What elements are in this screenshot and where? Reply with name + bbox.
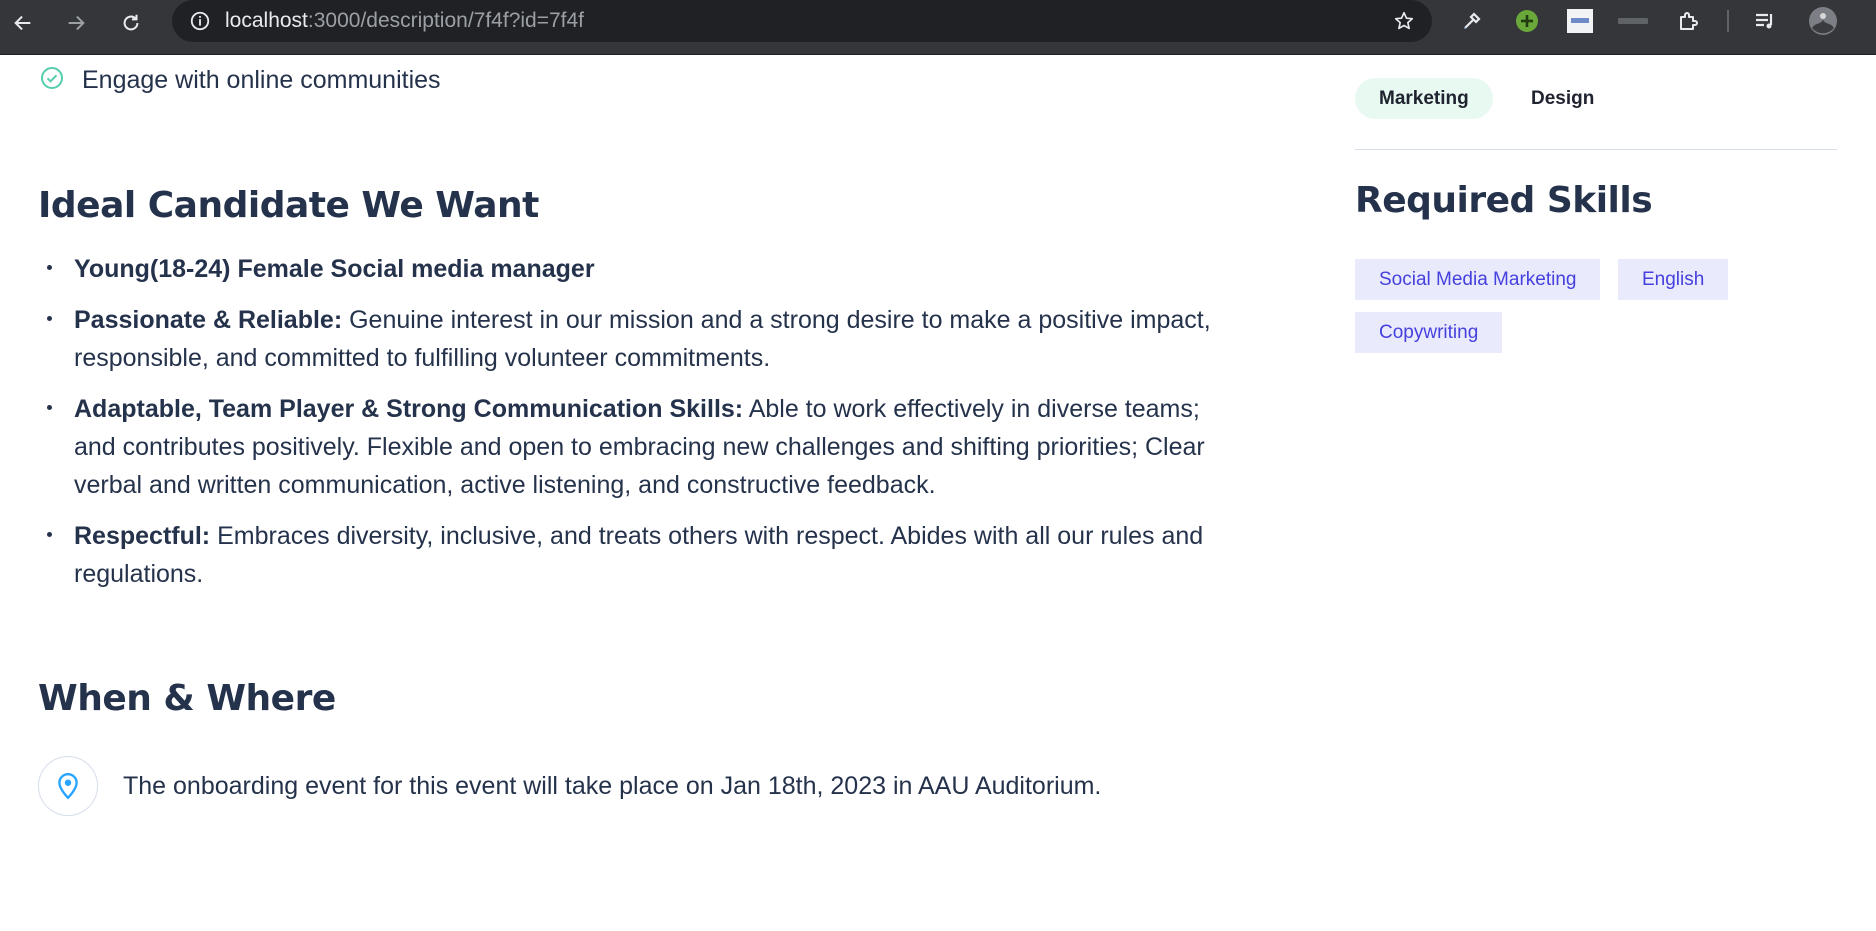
bullet <box>47 265 52 270</box>
list-item: Respectful: Embraces diversity, inclusiv… <box>38 517 1248 593</box>
url-host: localhost <box>225 9 308 32</box>
list-item: Adaptable, Team Player & Strong Communic… <box>38 390 1248 504</box>
divider <box>1355 149 1837 150</box>
item-lead: Passionate & Reliable: <box>74 306 343 334</box>
item-lead: Young(18-24) Female Social media manager <box>74 255 595 283</box>
when-where-title: When & Where <box>38 678 336 719</box>
skill-tag[interactable]: Social Media Marketing <box>1355 259 1601 300</box>
browser-toolbar: localhost:3000/description/7f4f?id=7f4f <box>0 0 1876 55</box>
location-pin-icon <box>38 756 98 816</box>
green-plus-extension-icon[interactable] <box>1510 4 1544 38</box>
eyedropper-extension-icon[interactable] <box>1455 4 1489 38</box>
bullet <box>47 532 52 537</box>
ideal-candidate-title: Ideal Candidate We Want <box>38 185 539 226</box>
checklist-item-text: Engage with online communities <box>82 66 441 94</box>
url-text[interactable]: localhost:3000/description/7f4f?id=7f4f <box>225 9 584 33</box>
skill-tag[interactable]: English <box>1618 259 1729 300</box>
item-lead: Adaptable, Team Player & Strong Communic… <box>74 395 744 423</box>
checklist-item: Engage with online communities <box>40 66 441 95</box>
apsv-extension-icon[interactable] <box>1563 4 1597 38</box>
location-row: The onboarding event for this event will… <box>38 756 1101 816</box>
list-item: Young(18-24) Female Social media manager <box>38 250 1248 288</box>
bullet <box>47 405 52 410</box>
ideal-candidate-list: Young(18-24) Female Social media manager… <box>38 250 1248 606</box>
check-circle-icon <box>40 66 64 95</box>
reload-icon[interactable] <box>114 6 148 40</box>
toolbar-separator <box>1727 10 1729 32</box>
item-lead: Respectful: <box>74 522 211 550</box>
faded-extension-icon[interactable] <box>1616 4 1650 38</box>
forward-icon[interactable] <box>59 6 93 40</box>
category-tag-marketing[interactable]: Marketing <box>1355 78 1493 119</box>
back-icon[interactable] <box>6 6 40 40</box>
bullet <box>47 316 52 321</box>
required-skills-title: Required Skills <box>1355 180 1653 221</box>
url-path: :3000/description/7f4f?id=7f4f <box>307 9 585 32</box>
profile-avatar-icon[interactable] <box>1806 4 1840 38</box>
list-item: Passionate & Reliable: Genuine interest … <box>38 301 1248 377</box>
item-text: Embraces diversity, inclusive, and treat… <box>74 522 1204 588</box>
extensions-puzzle-icon[interactable] <box>1671 4 1705 38</box>
media-queue-icon[interactable] <box>1748 4 1782 38</box>
location-text: The onboarding event for this event will… <box>123 771 1102 800</box>
address-bar[interactable]: localhost:3000/description/7f4f?id=7f4f <box>172 0 1432 42</box>
bookmark-star-icon[interactable] <box>1388 5 1420 37</box>
skill-tag[interactable]: Copywriting <box>1355 312 1503 353</box>
category-tag-design[interactable]: Design <box>1507 78 1618 119</box>
site-info-icon[interactable] <box>184 5 216 37</box>
